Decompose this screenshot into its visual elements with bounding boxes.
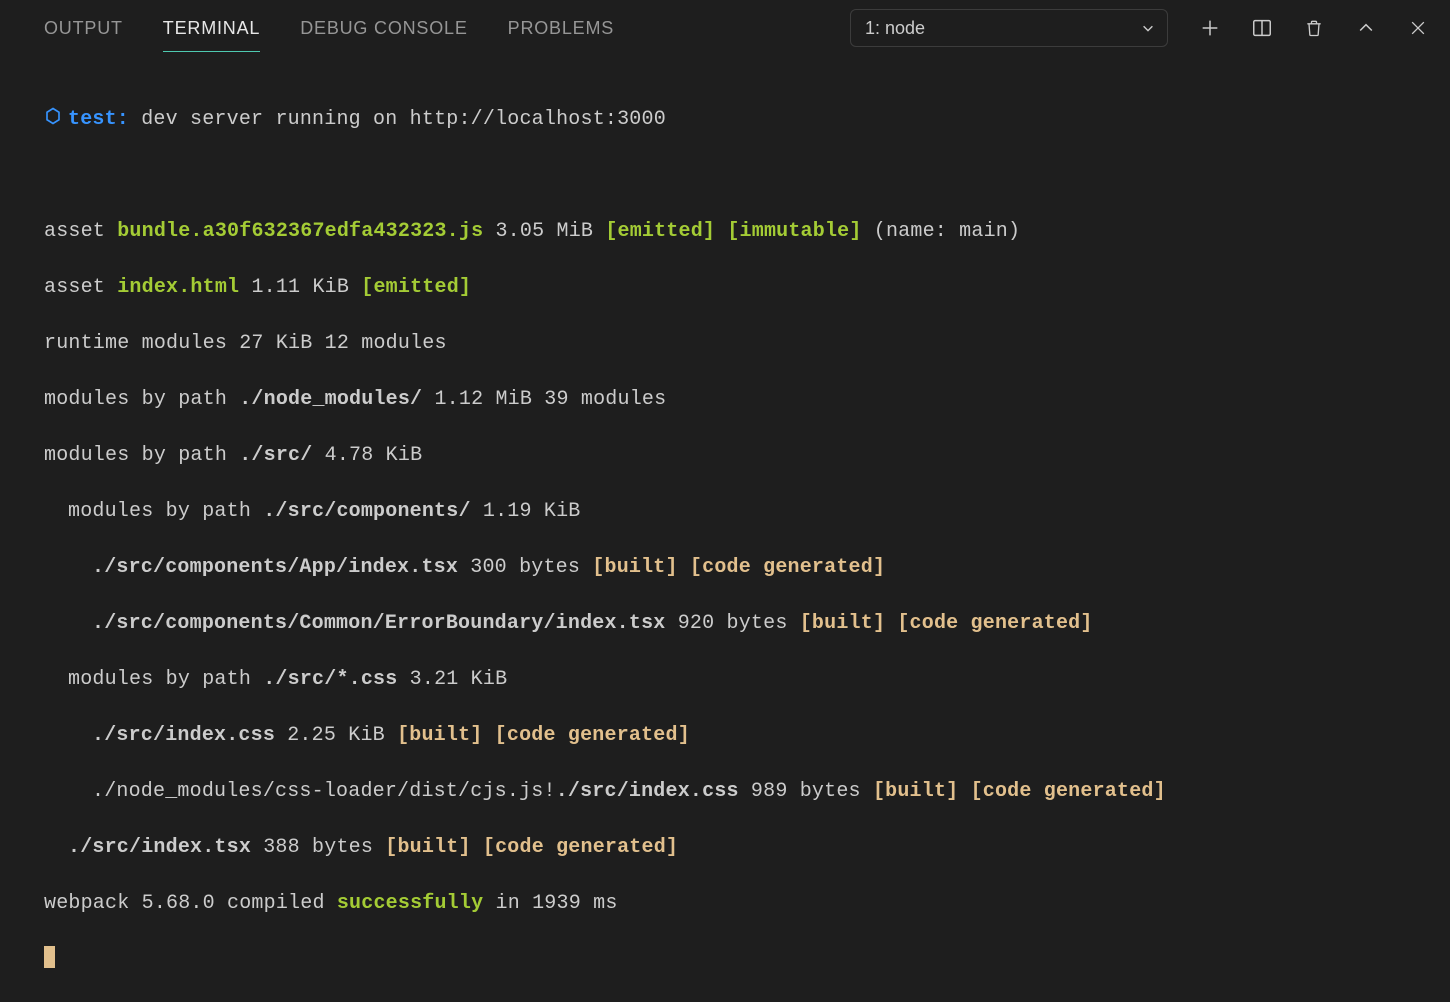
tab-terminal[interactable]: TERMINAL [163, 4, 260, 52]
terminal-line [44, 162, 1450, 190]
terminal-line: asset index.html 1.11 KiB [emitted] [44, 274, 1450, 302]
terminal-selector[interactable]: 1: node [850, 9, 1168, 47]
terminal-line: webpack 5.68.0 compiled successfully in … [44, 890, 1450, 918]
chevron-down-icon [1141, 21, 1155, 35]
maximize-panel-button[interactable] [1354, 16, 1378, 40]
split-terminal-button[interactable] [1250, 16, 1274, 40]
terminal-line: ./node_modules/css-loader/dist/cjs.js!./… [44, 778, 1450, 806]
panel-actions [1198, 16, 1430, 40]
terminal-line: test: dev server running on http://local… [44, 106, 1450, 134]
terminal-line: runtime modules 27 KiB 12 modules [44, 330, 1450, 358]
tab-problems[interactable]: PROBLEMS [508, 4, 614, 52]
chevron-up-icon [1356, 18, 1376, 38]
plus-icon [1199, 17, 1221, 39]
task-prefix: test: [68, 108, 129, 131]
terminal-output[interactable]: test: dev server running on http://local… [0, 56, 1450, 1002]
terminal-cursor-line [44, 946, 1450, 975]
panel-tabs: OUTPUT TERMINAL DEBUG CONSOLE PROBLEMS [44, 4, 614, 52]
tab-output[interactable]: OUTPUT [44, 4, 123, 52]
terminal-line: modules by path ./src/*.css 3.21 KiB [44, 666, 1450, 694]
terminal-line: modules by path ./src/components/ 1.19 K… [44, 498, 1450, 526]
split-icon [1251, 17, 1273, 39]
terminal-line: modules by path ./node_modules/ 1.12 MiB… [44, 386, 1450, 414]
terminal-line: asset bundle.a30f632367edfa432323.js 3.0… [44, 218, 1450, 246]
close-panel-button[interactable] [1406, 16, 1430, 40]
close-icon [1408, 18, 1428, 38]
panel-header: OUTPUT TERMINAL DEBUG CONSOLE PROBLEMS 1… [0, 0, 1450, 56]
tab-debug-console[interactable]: DEBUG CONSOLE [300, 4, 467, 52]
terminal-line: ./src/index.tsx 388 bytes [built] [code … [44, 834, 1450, 862]
cursor-icon [44, 946, 55, 968]
trash-icon [1304, 17, 1324, 39]
new-terminal-button[interactable] [1198, 16, 1222, 40]
terminal-selector-label: 1: node [865, 18, 925, 39]
hexagon-icon [44, 107, 62, 125]
terminal-line: ./src/index.css 2.25 KiB [built] [code g… [44, 722, 1450, 750]
kill-terminal-button[interactable] [1302, 16, 1326, 40]
terminal-line: ./src/components/App/index.tsx 300 bytes… [44, 554, 1450, 582]
terminal-line: modules by path ./src/ 4.78 KiB [44, 442, 1450, 470]
terminal-line: ./src/components/Common/ErrorBoundary/in… [44, 610, 1450, 638]
